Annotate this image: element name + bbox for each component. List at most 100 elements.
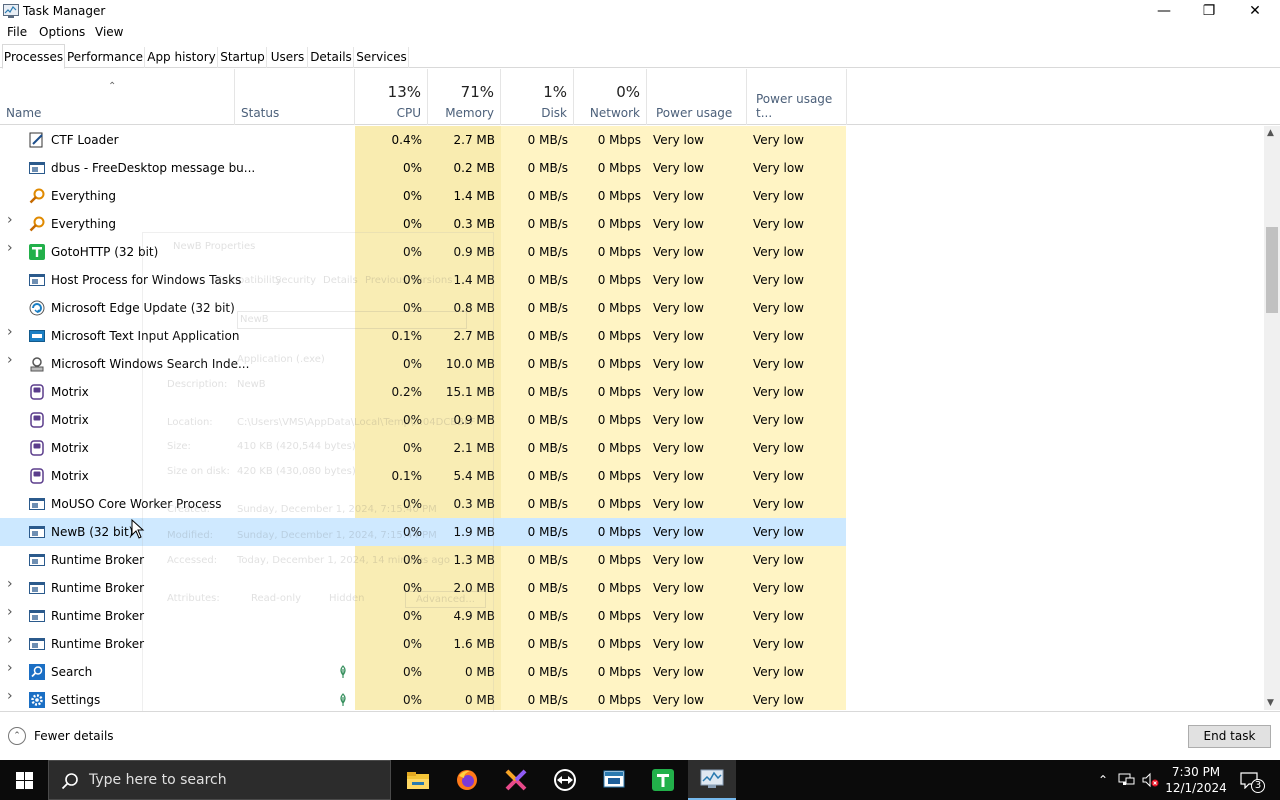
header-status[interactable]: Status (235, 69, 355, 125)
header-power-trend[interactable]: Power usage t... (747, 69, 847, 125)
tab-app-history[interactable]: App history (146, 47, 218, 68)
header-name[interactable]: Name (0, 69, 235, 125)
taskbar-gotohttp[interactable] (639, 760, 687, 800)
fewer-details-button[interactable]: ⌃ Fewer details (8, 727, 114, 745)
taskbar-firefox[interactable] (443, 760, 491, 800)
cpu-cell: 0% (402, 525, 422, 539)
volume-tray-button[interactable] (1139, 760, 1161, 800)
process-row[interactable]: › Microsoft Windows Search Inde... 0% 10.0 … (0, 350, 846, 378)
start-button[interactable] (0, 760, 48, 800)
show-hidden-icons-button[interactable]: ⌃ (1094, 760, 1112, 800)
process-row[interactable]: › GotoHTTP (32 bit) 0% 0.9 MB 0 MB/s 0 Mbps Ve… (0, 238, 846, 266)
expand-chevron-icon[interactable]: › (7, 633, 15, 647)
power-usage-cell: Very low (647, 602, 747, 630)
notifications-button[interactable]: 3 (1234, 760, 1265, 800)
motrix-icon (29, 412, 45, 428)
process-row[interactable]: › Settings 0% 0 MB 0 MB/s 0 Mbps Very low Very … (0, 686, 846, 710)
process-row[interactable]: › Runtime Broker 0% 2.0 MB 0 MB/s 0 Mbps Very … (0, 574, 846, 602)
expand-chevron-icon[interactable]: › (7, 577, 15, 591)
power-usage-cell: Very low (647, 350, 747, 378)
disk-cell: 0 MB/s (501, 406, 574, 434)
process-row[interactable]: Everything 0% 1.4 MB 0 MB/s 0 Mbps Very low Ve… (0, 182, 846, 210)
network-cell: 0 Mbps (574, 406, 647, 434)
close-button[interactable]: ✕ (1232, 0, 1278, 22)
scroll-down-icon[interactable]: ▼ (1267, 698, 1274, 708)
disk-cell: 0 MB/s (501, 378, 574, 406)
power-trend-cell: Very low (747, 378, 846, 406)
taskbar-file-explorer[interactable] (394, 760, 442, 800)
cpu-cell: 0% (355, 434, 428, 462)
firefox-icon (457, 770, 477, 790)
expand-chevron-icon[interactable]: › (7, 605, 15, 619)
process-row[interactable]: CTF Loader 0.4% 2.7 MB 0 MB/s 0 Mbps Very low… (0, 126, 846, 154)
process-row[interactable]: › Search 0% 0 MB 0 MB/s 0 Mbps Very low Very lo… (0, 658, 846, 686)
taskbar-remote-desktop[interactable] (590, 760, 638, 800)
process-row[interactable]: Motrix 0.2% 15.1 MB 0 MB/s 0 Mbps Very low Ver… (0, 378, 846, 406)
taskbar-task-manager[interactable] (688, 760, 736, 800)
disk-cell: 0 MB/s (501, 154, 574, 182)
tab-performance[interactable]: Performance (66, 47, 145, 68)
header-power-usage[interactable]: Power usage (647, 69, 747, 125)
process-list: CTF Loader 0.4% 2.7 MB 0 MB/s 0 Mbps Very low… (0, 126, 1264, 710)
cpu-cell: 0% (355, 238, 428, 266)
network-cell: 0 Mbps (574, 574, 647, 602)
process-row[interactable]: MoUSO Core Worker Process 0% 0.3 MB 0 MB/s 0… (0, 490, 846, 518)
process-row[interactable]: › Microsoft Text Input Application 0.1% 2.7… (0, 322, 846, 350)
process-name: Everything (51, 217, 116, 231)
tab-users[interactable]: Users (268, 47, 308, 68)
disk-cell: 0 MB/s (501, 238, 574, 266)
expand-chevron-icon[interactable]: › (7, 353, 15, 367)
cpu-cell: 0% (355, 630, 428, 658)
process-row[interactable]: › Everything 0% 0.3 MB 0 MB/s 0 Mbps Very low V… (0, 210, 846, 238)
taskbar-search-box[interactable]: Type here to search (48, 760, 391, 800)
expand-chevron-icon[interactable]: › (7, 213, 15, 227)
motrix-icon (29, 384, 45, 400)
expand-chevron-icon[interactable]: › (7, 325, 15, 339)
process-row[interactable]: Microsoft Edge Update (32 bit) 0% 0.8 MB 0 … (0, 294, 846, 322)
process-row[interactable]: Motrix 0% 2.1 MB 0 MB/s 0 Mbps Very low Very l… (0, 434, 846, 462)
process-row[interactable]: NewB (32 bit) 0% 1.9 MB 0 MB/s 0 Mbps Very lo… (0, 518, 846, 546)
menu-options[interactable]: Options (39, 25, 85, 39)
taskbar-clock[interactable]: 7:30 PM 12/1/2024 (1162, 764, 1230, 796)
process-name: Motrix (51, 469, 89, 483)
network-tray-button[interactable] (1115, 760, 1139, 800)
power-trend-cell: Very low (747, 686, 846, 710)
process-row[interactable]: Motrix 0% 0.9 MB 0 MB/s 0 Mbps Very low Very l… (0, 406, 846, 434)
scroll-up-icon[interactable]: ▲ (1267, 128, 1274, 138)
process-row[interactable]: Host Process for Windows Tasks 0% 1.4 MB 0 … (0, 266, 846, 294)
process-row[interactable]: Runtime Broker 0% 1.3 MB 0 MB/s 0 Mbps Very l… (0, 546, 846, 574)
power-trend-cell: Very low (747, 294, 846, 322)
end-task-button[interactable]: End task (1188, 725, 1271, 748)
minimize-button[interactable]: — (1141, 0, 1187, 22)
window-title: Task Manager (23, 4, 106, 18)
process-row[interactable]: dbus - FreeDesktop message bu... 0% 0.2 MB… (0, 154, 846, 182)
header-cpu[interactable]: 13% CPU (355, 69, 428, 125)
process-row[interactable]: › Runtime Broker 0% 4.9 MB 0 MB/s 0 Mbps Very … (0, 602, 846, 630)
cpu-cell: 0.1% (355, 462, 428, 490)
expand-chevron-icon[interactable]: › (7, 661, 15, 675)
cpu-cell: 0.1% (355, 322, 428, 350)
vertical-scrollbar[interactable]: ▲ ▼ (1264, 126, 1280, 710)
network-cell: 0 Mbps (574, 294, 647, 322)
expand-chevron-icon[interactable]: › (7, 241, 15, 255)
header-network[interactable]: 0% Network (574, 69, 647, 125)
tab-processes[interactable]: Processes (2, 44, 65, 69)
power-usage-cell: Very low (647, 378, 747, 406)
tab-details[interactable]: Details (309, 47, 354, 68)
header-memory[interactable]: 71% Memory (428, 69, 501, 125)
menu-view[interactable]: View (95, 25, 123, 39)
expand-chevron-icon[interactable]: › (7, 689, 15, 703)
process-row[interactable]: › Runtime Broker 0% 1.6 MB 0 MB/s 0 Mbps Very … (0, 630, 846, 658)
taskbar-teamviewer[interactable] (541, 760, 589, 800)
tab-startup[interactable]: Startup (219, 47, 267, 68)
tab-services[interactable]: Services (355, 47, 409, 68)
restore-button[interactable]: ❐ (1186, 0, 1232, 22)
memory-cell: 0.2 MB (428, 154, 501, 182)
scrollbar-thumb[interactable] (1266, 227, 1278, 313)
process-name: NewB (32 bit) (51, 525, 134, 539)
process-row[interactable]: Motrix 0.1% 5.4 MB 0 MB/s 0 Mbps Very low Very… (0, 462, 846, 490)
taskbar-xmind[interactable] (492, 760, 540, 800)
header-disk[interactable]: 1% Disk (501, 69, 574, 125)
menu-file[interactable]: File (7, 25, 27, 39)
process-name: dbus - FreeDesktop message bu... (51, 161, 256, 175)
